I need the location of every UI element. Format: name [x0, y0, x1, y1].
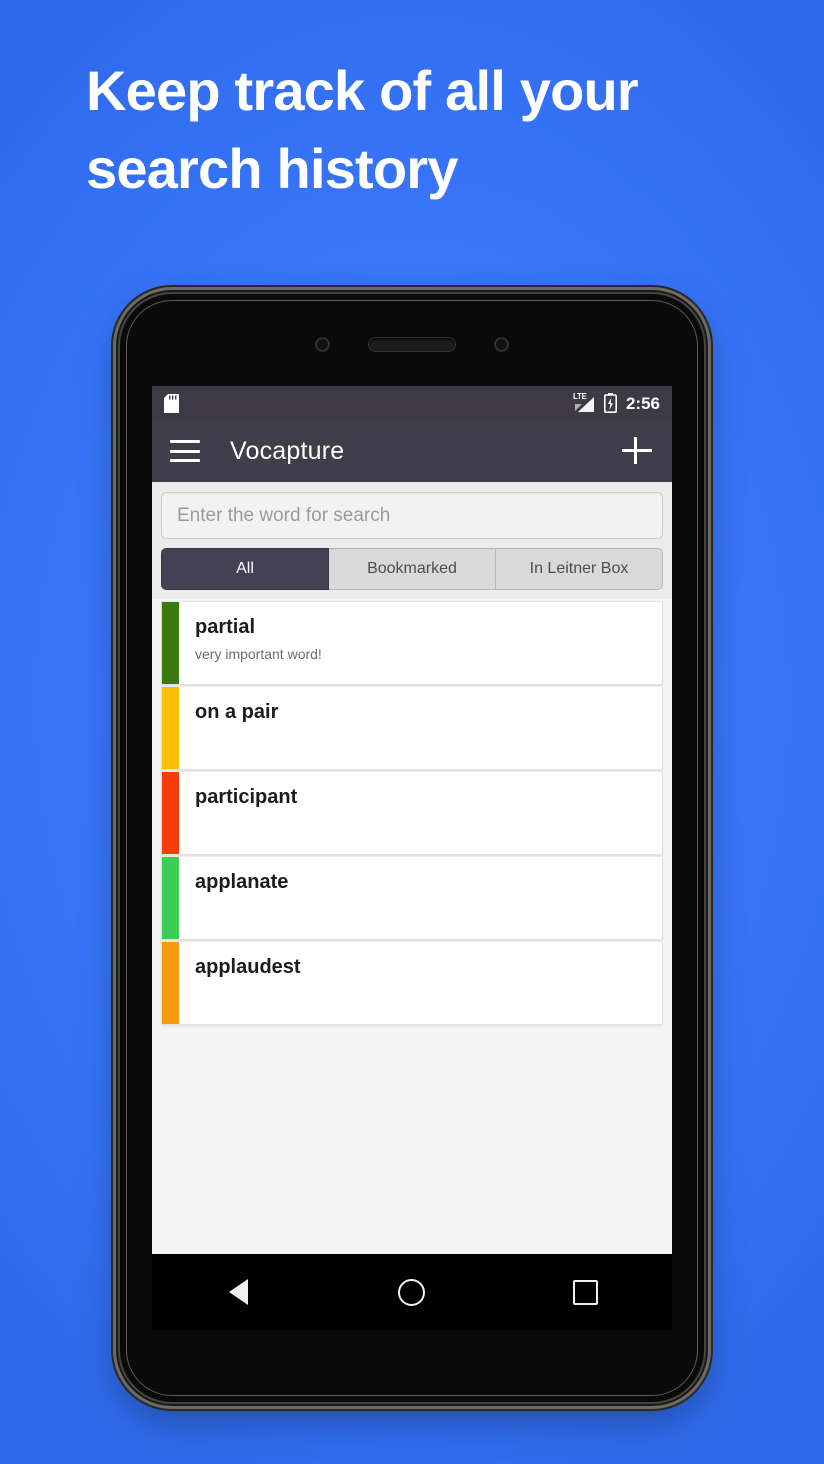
promo-headline: Keep track of all your search history: [86, 59, 639, 200]
home-button[interactable]: [384, 1268, 440, 1316]
status-bar: LTE 2:56: [152, 386, 672, 420]
search-box[interactable]: [161, 492, 663, 539]
word-card-body: applaudest: [179, 942, 662, 1024]
front-camera-icon: [316, 337, 329, 351]
tab-in-leitner-box[interactable]: In Leitner Box: [496, 548, 663, 590]
status-bar-right: LTE 2:56: [573, 393, 660, 413]
status-bar-left: [164, 393, 179, 413]
word-accent-bar: [162, 772, 179, 854]
word-title: partial: [195, 616, 256, 638]
recents-button[interactable]: [557, 1268, 613, 1316]
word-card-body: partial very important word!: [179, 602, 662, 684]
word-title: applanate: [195, 871, 289, 893]
signal-bars-icon: LTE: [573, 393, 595, 413]
word-accent-bar: [162, 602, 179, 684]
home-circle-icon: [398, 1278, 426, 1306]
phone-mockup: LTE 2:56 Vocapture Enter the word for se…: [120, 294, 704, 1402]
hamburger-line: [170, 449, 200, 453]
plus-icon[interactable]: [620, 434, 654, 468]
word-accent-bar: [162, 687, 179, 769]
phone-screen: LTE 2:56 Vocapture Enter the word for se…: [152, 386, 672, 1254]
word-card-body: applanate: [179, 857, 662, 939]
word-card-body: participant: [179, 772, 662, 854]
word-accent-bar: [162, 857, 179, 939]
recents-square-icon: [572, 1279, 598, 1305]
back-triangle-icon: [229, 1279, 249, 1305]
promo-screenshot: Keep track of all your search history LT…: [0, 0, 824, 1464]
status-bar-clock: 2:56: [625, 393, 660, 413]
filter-tabs: All Bookmarked In Leitner Box: [161, 548, 663, 590]
proximity-sensor-icon: [495, 337, 508, 351]
word-title: on a pair: [195, 701, 279, 723]
hamburger-line: [170, 440, 200, 443]
earpiece-speaker: [369, 337, 455, 351]
tab-bookmarked[interactable]: Bookmarked: [329, 548, 496, 590]
word-list: partial very important word! on a pair p…: [152, 599, 672, 1228]
search-input[interactable]: [175, 503, 649, 528]
list-item[interactable]: on a pair: [161, 687, 663, 770]
word-title: participant: [195, 786, 298, 808]
android-nav-bar: [152, 1254, 672, 1330]
phone-sensor-row: [120, 336, 704, 352]
hamburger-line: [170, 459, 200, 462]
list-item[interactable]: applaudest: [161, 942, 663, 1025]
sd-card-icon: [164, 393, 179, 413]
list-item[interactable]: applanate: [161, 857, 663, 940]
filter-zone: All Bookmarked In Leitner Box: [152, 482, 672, 599]
word-title: applaudest: [195, 956, 301, 978]
app-title: Vocapture: [230, 436, 345, 465]
app-bar: Vocapture: [152, 420, 672, 482]
back-button[interactable]: [211, 1268, 267, 1316]
list-item[interactable]: participant: [161, 772, 663, 855]
hamburger-menu-icon[interactable]: [170, 440, 200, 462]
battery-charging-icon: [603, 393, 617, 413]
word-note: very important word!: [195, 646, 322, 662]
word-accent-bar: [162, 942, 179, 1024]
tab-all[interactable]: All: [161, 548, 329, 590]
word-card-body: on a pair: [179, 687, 662, 769]
network-type-label: LTE: [572, 392, 587, 401]
list-item[interactable]: partial very important word!: [161, 601, 663, 685]
